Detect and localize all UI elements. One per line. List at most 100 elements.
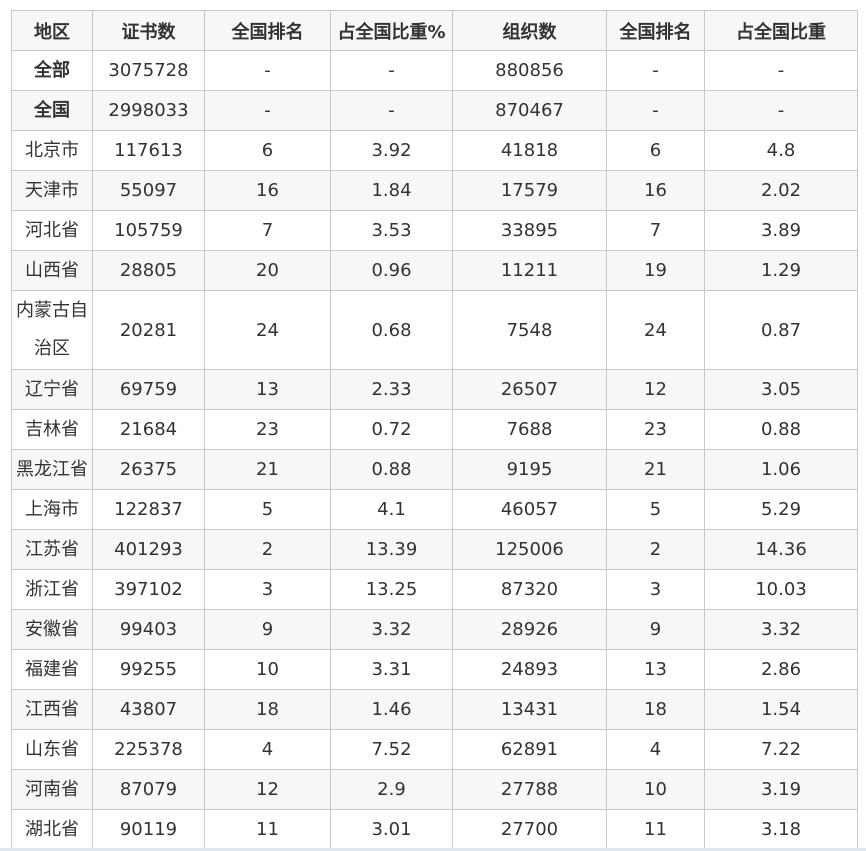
table-header: 地区 证书数 全国排名 占全国比重% 组织数 全国排名 占全国比重: [11, 10, 858, 51]
cell-org-share: 1.06: [704, 449, 858, 490]
cell-region: 河南省: [11, 769, 93, 810]
cell-orgs: 11211: [452, 250, 607, 291]
cell-cert-share: -: [330, 50, 453, 91]
cell-org-share: 3.19: [704, 769, 858, 810]
table-row: 内蒙古自治区 20281 24 0.68 7548 24 0.87: [11, 290, 858, 370]
cell-cert-rank: 10: [204, 649, 331, 690]
cell-certs: 105759: [92, 210, 205, 251]
cell-region: 天津市: [11, 170, 93, 211]
cell-certs: 55097: [92, 170, 205, 211]
cell-org-rank: 24: [606, 290, 705, 370]
table-row: 浙江省 397102 3 13.25 87320 3 10.03: [11, 569, 858, 610]
cell-region: 吉林省: [11, 409, 93, 450]
cell-org-share: -: [704, 50, 858, 91]
cell-cert-rank: 21: [204, 449, 331, 490]
table-row: 山西省 28805 20 0.96 11211 19 1.29: [11, 250, 858, 291]
table-row: 河北省 105759 7 3.53 33895 7 3.89: [11, 210, 858, 251]
cell-region: 山西省: [11, 250, 93, 291]
cell-certs: 225378: [92, 729, 205, 770]
cell-cert-rank: 16: [204, 170, 331, 211]
cell-certs: 69759: [92, 369, 205, 410]
cell-cert-share: 13.39: [330, 529, 453, 570]
cell-org-share: 1.54: [704, 689, 858, 730]
cell-org-rank: -: [606, 90, 705, 131]
cell-cert-share: 1.84: [330, 170, 453, 211]
cell-org-rank: 7: [606, 210, 705, 251]
cell-org-share: 3.05: [704, 369, 858, 410]
cell-region: 山东省: [11, 729, 93, 770]
cell-org-rank: 21: [606, 449, 705, 490]
cell-org-rank: 5: [606, 489, 705, 530]
table-row: 江西省 43807 18 1.46 13431 18 1.54: [11, 689, 858, 730]
cell-org-share: 1.29: [704, 250, 858, 291]
table-row: 吉林省 21684 23 0.72 7688 23 0.88: [11, 409, 858, 450]
cell-certs: 26375: [92, 449, 205, 490]
cell-org-share: 3.89: [704, 210, 858, 251]
table-row: 安徽省 99403 9 3.32 28926 9 3.32: [11, 609, 858, 650]
cell-certs: 90119: [92, 809, 205, 850]
cell-orgs: 125006: [452, 529, 607, 570]
header-org-share: 占全国比重: [704, 10, 858, 51]
cell-org-rank: 6: [606, 130, 705, 171]
cell-cert-share: 3.92: [330, 130, 453, 171]
cell-region: 上海市: [11, 489, 93, 530]
cell-cert-rank: 6: [204, 130, 331, 171]
cell-org-share: 14.36: [704, 529, 858, 570]
cell-orgs: 7688: [452, 409, 607, 450]
cell-orgs: 880856: [452, 50, 607, 91]
table-row: 全部 3075728- -880856- -: [11, 50, 858, 91]
cell-region: 河北省: [11, 210, 93, 251]
cell-region: 内蒙古自治区: [11, 290, 93, 370]
cell-orgs: 62891: [452, 729, 607, 770]
cell-org-rank: 19: [606, 250, 705, 291]
page: 地区 证书数 全国排名 占全国比重% 组织数 全国排名 占全国比重 全部 3075…: [0, 0, 866, 851]
cell-region: 湖北省: [11, 809, 93, 850]
cell-cert-share: 0.96: [330, 250, 453, 291]
cell-org-rank: 9: [606, 609, 705, 650]
header-org-rank: 全国排名: [606, 10, 705, 51]
header-certs: 证书数: [92, 10, 205, 51]
cell-cert-rank: 13: [204, 369, 331, 410]
cell-orgs: 7548: [452, 290, 607, 370]
cell-region: 浙江省: [11, 569, 93, 610]
cell-org-rank: 4: [606, 729, 705, 770]
cell-region: 黑龙江省: [11, 449, 93, 490]
cell-orgs: 27700: [452, 809, 607, 850]
cell-cert-rank: 5: [204, 489, 331, 530]
cell-cert-share: 3.32: [330, 609, 453, 650]
cell-certs: 401293: [92, 529, 205, 570]
cell-org-rank: 18: [606, 689, 705, 730]
cell-cert-share: -: [330, 90, 453, 131]
cell-org-share: 0.88: [704, 409, 858, 450]
cell-region: 安徽省: [11, 609, 93, 650]
table-row: 全国 2998033- -870467- -: [11, 90, 858, 131]
cell-cert-share: 13.25: [330, 569, 453, 610]
cell-certs: 87079: [92, 769, 205, 810]
cell-certs: 122837: [92, 489, 205, 530]
cell-org-rank: 12: [606, 369, 705, 410]
cell-certs: 28805: [92, 250, 205, 291]
cell-org-rank: 16: [606, 170, 705, 211]
cell-region: 辽宁省: [11, 369, 93, 410]
cell-certs: 21684: [92, 409, 205, 450]
cell-org-rank: 13: [606, 649, 705, 690]
cell-org-rank: 23: [606, 409, 705, 450]
header-orgs: 组织数: [452, 10, 607, 51]
cell-cert-rank: 3: [204, 569, 331, 610]
data-table: 地区 证书数 全国排名 占全国比重% 组织数 全国排名 占全国比重 全部 3075…: [11, 10, 858, 850]
cell-orgs: 87320: [452, 569, 607, 610]
cell-certs: 99255: [92, 649, 205, 690]
cell-orgs: 41818: [452, 130, 607, 171]
cell-org-share: 5.29: [704, 489, 858, 530]
cell-org-share: 3.18: [704, 809, 858, 850]
cell-certs: 2998033: [92, 90, 205, 131]
cell-cert-rank: 9: [204, 609, 331, 650]
cell-orgs: 17579: [452, 170, 607, 211]
table-row: 上海市 122837 5 4.1 46057 5 5.29: [11, 489, 858, 530]
table-body: 全部 3075728- -880856- - 全国 2998033- -870467- - 北京…: [11, 50, 858, 850]
cell-cert-share: 2.9: [330, 769, 453, 810]
table-row: 黑龙江省 26375 21 0.88 9195 21 1.06: [11, 449, 858, 490]
header-cert-rank: 全国排名: [204, 10, 331, 51]
table-row: 河南省 87079 12 2.9 27788 10 3.19: [11, 769, 858, 810]
cell-cert-rank: 12: [204, 769, 331, 810]
